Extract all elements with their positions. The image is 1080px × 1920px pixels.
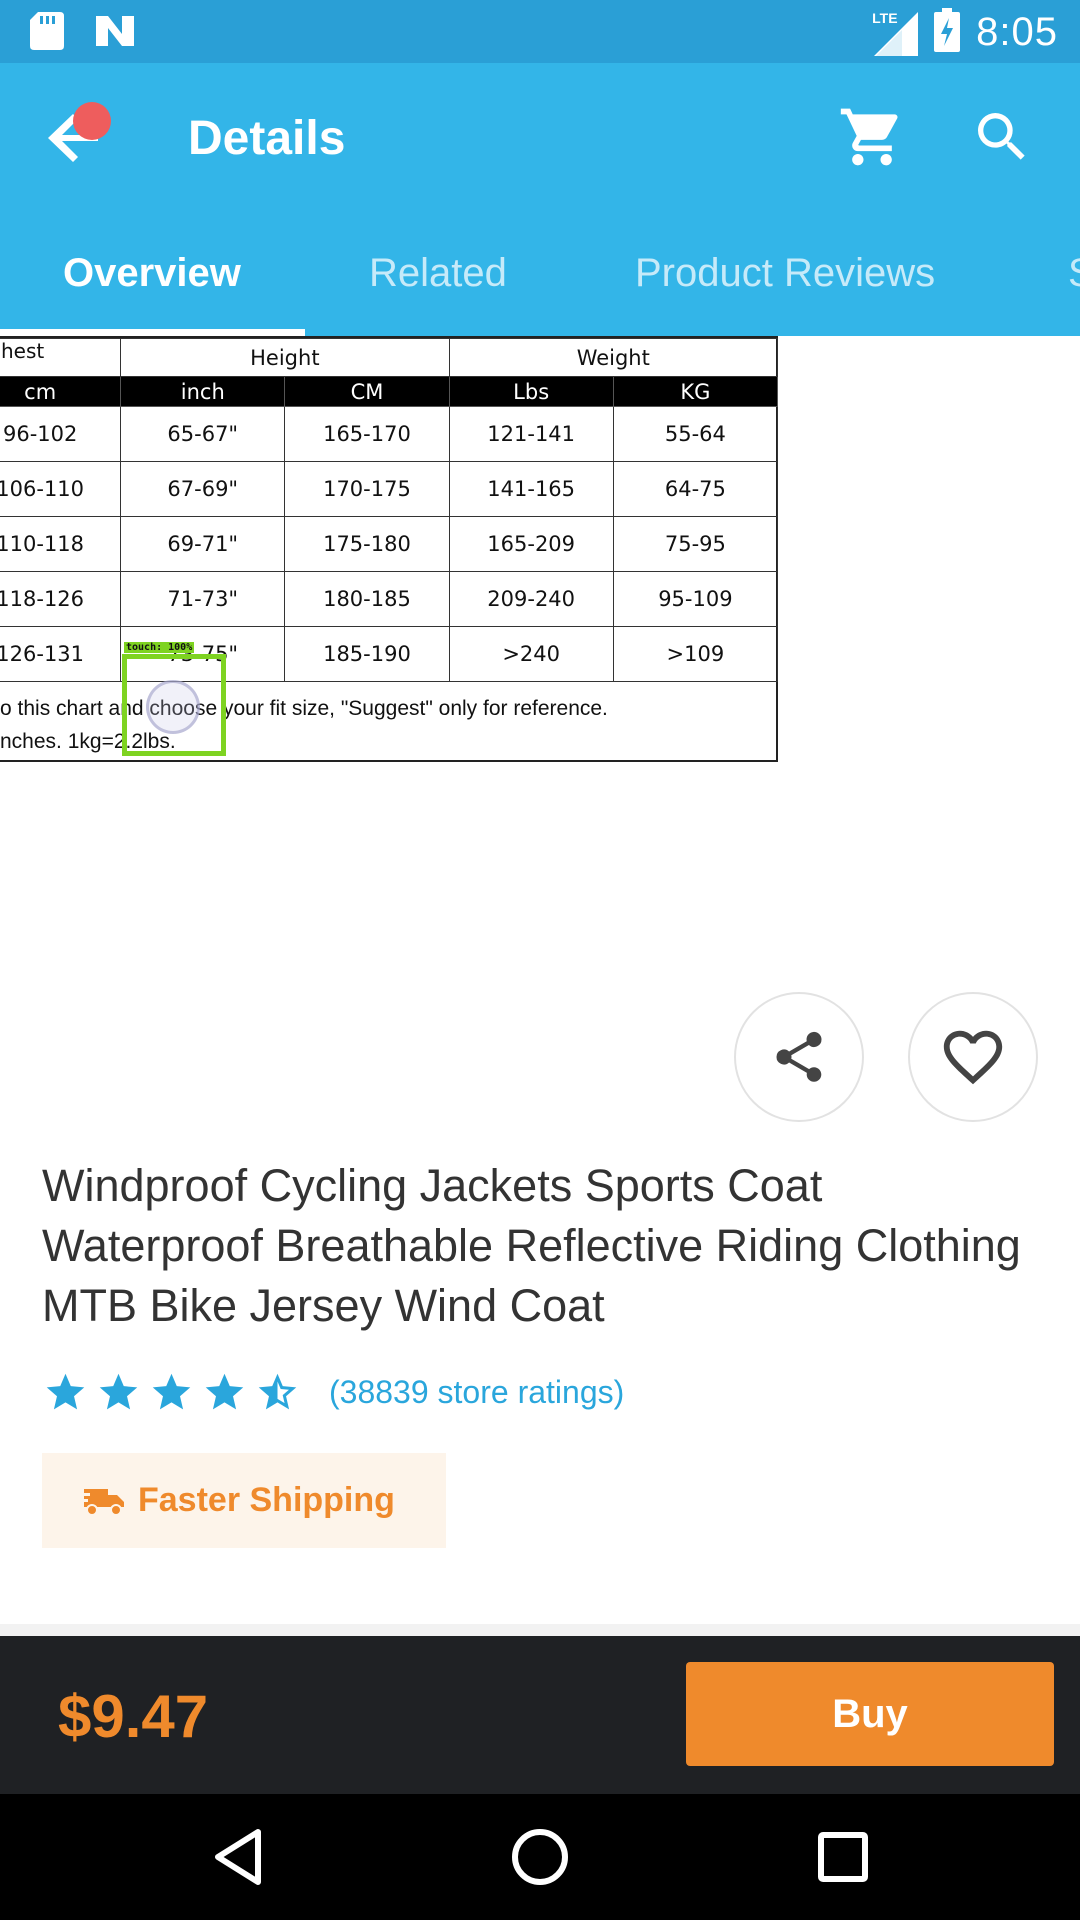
size-chart-table: hest Height Weight cm inch CM Lbs KG 96-… (0, 338, 779, 682)
table-cell: 165-170 (284, 406, 450, 462)
tab-indicator (0, 329, 305, 336)
size-chart-note: o this chart and choose your fit size, "… (0, 682, 776, 758)
rating-row[interactable]: (38839 store ratings) (42, 1370, 624, 1415)
star-full-icon (46, 1373, 85, 1410)
search-button[interactable] (970, 105, 1034, 169)
table-cell: 55-64 (612, 406, 779, 462)
table-cell: 69-71" (120, 516, 286, 572)
table-cell: 165-209 (448, 516, 614, 572)
table-cell: 118-126 (0, 571, 122, 627)
product-image-carousel[interactable]: hest Height Weight cm inch CM Lbs KG 96-… (0, 336, 1080, 976)
screen: LTE 8:05 Details Overview Related Produc… (0, 0, 1080, 1920)
price: $9.47 (58, 1683, 209, 1750)
notification-dot (73, 102, 111, 140)
tab-bar: Overview Related Product Reviews S (0, 211, 1080, 336)
table-cell: 141-165 (448, 461, 614, 517)
table-cell: 106-110 (0, 461, 122, 517)
chest-header: hest (0, 338, 122, 377)
table-cell: >240 (448, 626, 614, 682)
note-line: nches. 1kg=2.2lbs. (0, 730, 176, 753)
nav-recents-button[interactable] (810, 1824, 876, 1890)
column-header: Lbs (448, 376, 614, 407)
table-row: 96-102 65-67" 165-170 121-141 55-64 (0, 406, 779, 462)
nav-back-button[interactable] (206, 1824, 272, 1890)
tab-overview[interactable]: Overview (63, 251, 241, 296)
star-full-icon (99, 1373, 138, 1410)
height-header: Height (120, 338, 450, 377)
table-cell: 110-118 (0, 516, 122, 572)
column-header: cm (0, 376, 122, 407)
circle-home-icon (512, 1829, 568, 1885)
table-cell: 170-175 (284, 461, 450, 517)
touch-label: touch: 100% (124, 642, 195, 653)
weight-header: Weight (448, 338, 779, 377)
heart-outline-icon (943, 1030, 1003, 1085)
table-row: 126-131 73-75" 185-190 >240 >109 (0, 626, 779, 682)
favorite-button[interactable] (908, 992, 1038, 1122)
table-cell: 95-109 (612, 571, 779, 627)
star-full-icon (152, 1373, 191, 1410)
size-chart-image: hest Height Weight cm inch CM Lbs KG 96-… (0, 336, 779, 762)
star-full-icon (205, 1373, 244, 1410)
triangle-back-icon (215, 1829, 261, 1885)
tab-product-reviews[interactable]: Product Reviews (635, 251, 935, 296)
column-header: inch (120, 376, 286, 407)
section-divider (0, 1624, 1080, 1636)
app-bar: Details (0, 63, 1080, 211)
n-notification-icon (94, 14, 136, 53)
shipping-badge: Faster Shipping (42, 1453, 446, 1548)
cart-icon (840, 108, 898, 166)
nav-home-button[interactable] (507, 1824, 573, 1890)
table-cell: 121-141 (448, 406, 614, 462)
column-header: KG (612, 376, 779, 407)
table-cell: 96-102 (0, 406, 122, 462)
note-line: o this chart and choose your fit size, "… (0, 697, 608, 720)
truck-icon (82, 1488, 124, 1516)
table-cell: 71-73" (120, 571, 286, 627)
search-icon (978, 113, 1025, 160)
page-title: Details (188, 112, 346, 165)
share-button[interactable] (734, 992, 864, 1122)
square-recents-icon (818, 1832, 868, 1882)
touch-highlight-box (122, 654, 226, 756)
table-cell: 180-185 (284, 571, 450, 627)
system-nav-bar (0, 1794, 1080, 1920)
ratings-count-link[interactable]: (38839 store ratings) (329, 1374, 624, 1411)
table-row: 110-118 69-71" 175-180 165-209 75-95 (0, 516, 779, 572)
lte-signal-icon: LTE (872, 10, 919, 56)
table-row: 106-110 67-69" 170-175 141-165 64-75 (0, 461, 779, 517)
table-cell: 126-131 (0, 626, 122, 682)
table-cell: 65-67" (120, 406, 286, 462)
table-cell: >109 (612, 626, 779, 682)
table-cell: 67-69" (120, 461, 286, 517)
table-row: 118-126 71-73" 180-185 209-240 95-109 (0, 571, 779, 627)
share-icon (776, 1031, 822, 1082)
star-half-icon (258, 1373, 297, 1410)
table-cell: 209-240 (448, 571, 614, 627)
buy-bar: $9.47 Buy (0, 1636, 1080, 1794)
table-cell: 64-75 (612, 461, 779, 517)
table-cell: 175-180 (284, 516, 450, 572)
table-cell: 75-95 (612, 516, 779, 572)
table-cell: 185-190 (284, 626, 450, 682)
tab-related[interactable]: Related (369, 251, 507, 296)
buy-button[interactable]: Buy (686, 1662, 1054, 1766)
shipping-label: Faster Shipping (138, 1481, 395, 1519)
status-bar: LTE 8:05 (0, 0, 1080, 63)
column-header: CM (284, 376, 450, 407)
star-rating (42, 1370, 301, 1415)
product-title: Windproof Cycling Jackets Sports Coat Wa… (42, 1160, 1021, 1331)
battery-charging-icon (934, 8, 961, 57)
clock: 8:05 (976, 10, 1058, 54)
sd-card-icon (30, 12, 64, 55)
cart-button[interactable] (838, 103, 906, 171)
tab-partial[interactable]: S (1068, 251, 1080, 296)
